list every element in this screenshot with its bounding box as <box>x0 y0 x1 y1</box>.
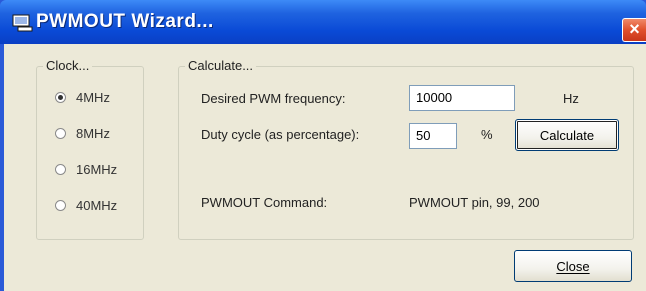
calculate-groupbox: Calculate... Desired PWM frequency: 1000… <box>178 58 634 240</box>
frequency-unit-label: Hz <box>563 91 579 106</box>
dialog-client-area: Clock... 4MHz 8MHz 16MHz 40MHz Calculate… <box>4 44 646 291</box>
duty-cycle-label: Duty cycle (as percentage): <box>201 127 360 142</box>
close-window-button[interactable]: × <box>622 18 646 42</box>
radio-label: 16MHz <box>76 161 118 177</box>
pwmout-command-value: PWMOUT pin, 99, 200 <box>409 195 540 210</box>
duty-cycle-input[interactable]: 50 <box>409 123 457 149</box>
clock-option-8mhz[interactable]: 8MHz <box>55 123 110 143</box>
clock-option-4mhz[interactable]: 4MHz <box>55 87 110 107</box>
radio-16mhz[interactable] <box>55 163 66 175</box>
clock-group-legend: Clock... <box>43 58 93 73</box>
duty-cycle-unit-label: % <box>481 127 493 142</box>
calculate-button[interactable]: Calculate <box>515 119 619 151</box>
clock-option-40mhz[interactable]: 40MHz <box>55 195 117 215</box>
close-button[interactable]: Close <box>514 250 632 282</box>
frequency-label: Desired PWM frequency: <box>201 91 346 106</box>
radio-label: 4MHz <box>76 89 110 105</box>
close-button-label: Close <box>556 258 590 274</box>
window-app-icon <box>12 14 33 32</box>
frequency-input[interactable]: 10000 <box>409 85 515 111</box>
radio-40mhz[interactable] <box>55 199 66 211</box>
radio-label: 40MHz <box>76 197 118 213</box>
calculate-group-legend: Calculate... <box>185 58 257 73</box>
pwmout-wizard-window: PWMOUT Wizard... × Clock... 4MHz 8MHz 16… <box>0 0 646 291</box>
pwmout-command-label: PWMOUT Command: <box>201 195 328 210</box>
clock-groupbox: Clock... 4MHz 8MHz 16MHz 40MHz <box>36 58 144 240</box>
radio-4mhz[interactable] <box>55 91 66 103</box>
title-bar[interactable]: PWMOUT Wizard... × <box>0 0 646 44</box>
radio-8mhz[interactable] <box>55 127 66 139</box>
close-icon: × <box>629 19 640 39</box>
window-title: PWMOUT Wizard... <box>36 11 214 32</box>
radio-label: 8MHz <box>76 125 110 141</box>
clock-option-16mhz[interactable]: 16MHz <box>55 159 117 179</box>
